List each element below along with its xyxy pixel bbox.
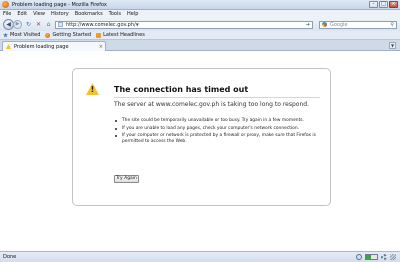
- url-dropdown-icon[interactable]: ▼: [136, 22, 139, 27]
- warning-tab-icon: [6, 44, 11, 49]
- maximize-button[interactable]: □: [379, 1, 388, 8]
- search-bar[interactable]: Google ⚲: [319, 20, 397, 29]
- home-icon[interactable]: ⌂: [45, 21, 52, 28]
- error-suggestions: The site could be temporarily unavailabl…: [114, 118, 324, 146]
- window-title: Problem loading page - Mozilla Firefox: [12, 1, 107, 8]
- tab-close-icon[interactable]: ×: [99, 44, 103, 50]
- try-again-button[interactable]: Try Again: [114, 175, 139, 183]
- bookmarks-toolbar: Most Visited Getting Started Latest Head…: [0, 31, 400, 40]
- firefox-bookmark-icon: [45, 32, 51, 38]
- firefox-icon: [2, 1, 9, 8]
- globe-icon[interactable]: [356, 254, 362, 260]
- navigation-toolbar: ◀ ▶ ↻ ✕ ⌂ http://www.comelec.gov.ph/ ▼ ➜…: [0, 18, 400, 31]
- rss-icon: [96, 32, 102, 38]
- forward-arrow-icon[interactable]: ▶: [13, 20, 22, 29]
- list-item: The site could be temporarily unavailabl…: [114, 118, 324, 124]
- resize-grip-icon[interactable]: [390, 254, 396, 260]
- menu-history[interactable]: History: [51, 11, 69, 17]
- menu-bar: File Edit View History Bookmarks Tools H…: [0, 10, 400, 18]
- bookmark-label: Latest Headlines: [103, 32, 145, 38]
- warning-icon: [86, 83, 99, 95]
- tab-strip: Problem loading page × ▼: [0, 40, 400, 51]
- error-title: The connection has timed out: [114, 85, 249, 94]
- tab-problem-loading[interactable]: Problem loading page ×: [2, 41, 106, 51]
- bookmark-label: Getting Started: [52, 32, 92, 38]
- tab-label: Problem loading page: [14, 43, 69, 50]
- error-panel: The connection has timed out The server …: [72, 68, 331, 206]
- bookmark-most-visited[interactable]: Most Visited: [3, 32, 40, 38]
- menu-tools[interactable]: Tools: [109, 11, 121, 17]
- url-bar[interactable]: http://www.comelec.gov.ph/ ▼ ➜: [55, 20, 313, 29]
- bookmark-label: Most Visited: [10, 32, 41, 38]
- menu-help[interactable]: Help: [127, 11, 138, 17]
- menu-view[interactable]: View: [33, 11, 45, 17]
- page-content: The connection has timed out The server …: [0, 51, 400, 251]
- gear-icon[interactable]: [381, 254, 387, 260]
- minimize-button[interactable]: –: [369, 1, 378, 8]
- menu-edit[interactable]: Edit: [17, 11, 27, 17]
- search-engine-icon[interactable]: [322, 22, 327, 27]
- error-subtitle: The server at www.comelec.gov.ph is taki…: [114, 101, 309, 108]
- go-arrow-icon[interactable]: ➜: [306, 22, 310, 28]
- bookmark-latest-headlines[interactable]: Latest Headlines: [96, 32, 145, 38]
- list-item: If you are unable to load any pages, che…: [114, 126, 324, 132]
- close-window-button[interactable]: ×: [389, 1, 398, 8]
- pagerank-icon[interactable]: [365, 254, 378, 260]
- tab-list-button[interactable]: ▼: [389, 42, 396, 49]
- url-text[interactable]: http://www.comelec.gov.ph/: [66, 22, 136, 28]
- list-item: If your computer or network is protected…: [114, 133, 324, 144]
- stop-icon[interactable]: ✕: [35, 21, 42, 28]
- window-titlebar: Problem loading page - Mozilla Firefox –…: [0, 0, 400, 10]
- search-icon[interactable]: ⚲: [390, 22, 394, 28]
- error-divider: [114, 97, 320, 98]
- status-icons: [356, 254, 396, 260]
- bookmark-getting-started[interactable]: Getting Started: [45, 32, 91, 38]
- status-bar: Done: [0, 251, 400, 262]
- page-favicon-icon: [58, 22, 63, 27]
- menu-bookmarks[interactable]: Bookmarks: [75, 11, 103, 17]
- star-icon: [3, 32, 8, 38]
- search-placeholder[interactable]: Google: [330, 22, 348, 28]
- window-controls: – □ ×: [369, 1, 398, 8]
- reload-icon[interactable]: ↻: [25, 21, 32, 28]
- status-text: Done: [3, 254, 17, 260]
- menu-file[interactable]: File: [3, 11, 11, 17]
